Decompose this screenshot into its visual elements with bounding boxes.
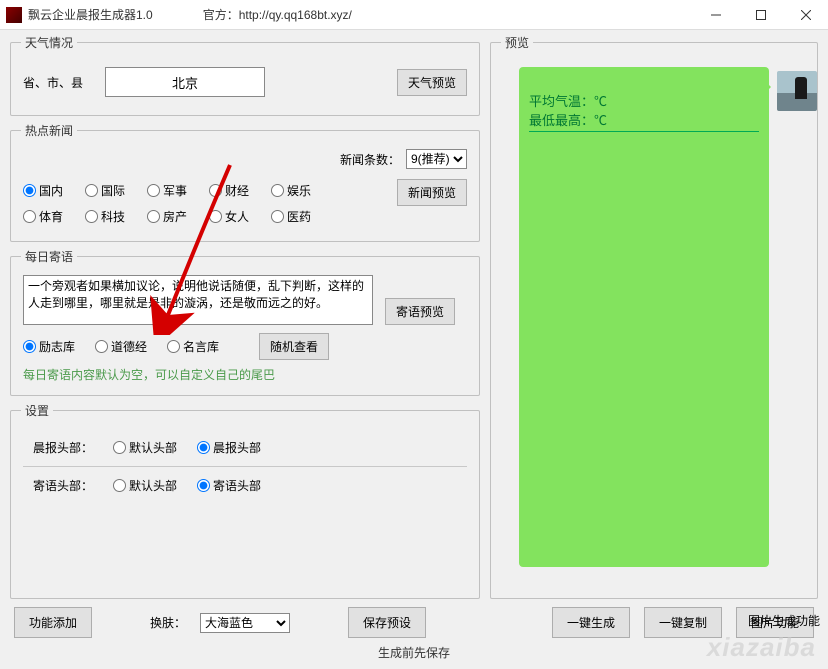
image-gen-link[interactable]: 图片生成功能 <box>748 612 820 629</box>
news-count-label: 新闻条数： <box>340 151 400 168</box>
quote-header-radio[interactable]: 寄语头部 <box>197 477 261 494</box>
minimize-button[interactable] <box>693 0 738 30</box>
city-input[interactable] <box>105 67 265 97</box>
preview-line-temp-avg: 平均气温：℃ <box>529 91 759 110</box>
one-generate-button[interactable]: 一键生成 <box>552 607 630 638</box>
news-cat-domestic[interactable]: 国内 <box>23 177 85 203</box>
chat-bubble: 平均气温：℃ 最低最高：℃ <box>519 67 769 567</box>
avatar <box>777 71 817 111</box>
maximize-button[interactable] <box>738 0 783 30</box>
news-cat-military[interactable]: 军事 <box>147 177 209 203</box>
one-copy-button[interactable]: 一键复制 <box>644 607 722 638</box>
quote-preview-button[interactable]: 寄语预览 <box>385 298 455 325</box>
quote-src-motiv[interactable]: 励志库 <box>23 338 75 355</box>
quote-group: 每日寄语 寄语预览 励志库 道德经 名言库 随机查看 每日寄语内容默认为空，可以… <box>10 248 480 396</box>
location-label: 省、市、县 <box>23 74 83 91</box>
morning-header-label: 晨报头部： <box>23 439 93 456</box>
news-group: 热点新闻 新闻条数： 9(推荐) 国内 国际 军事 财经 娱乐 体育 <box>10 122 480 242</box>
skin-label: 换肤： <box>150 614 186 631</box>
preview-legend: 预览 <box>501 34 533 51</box>
app-title: 飘云企业晨报生成器1.0 <box>28 6 153 23</box>
quote-random-button[interactable]: 随机查看 <box>259 333 329 360</box>
news-legend: 热点新闻 <box>21 122 77 139</box>
weather-preview-button[interactable]: 天气预览 <box>397 69 467 96</box>
bubble-divider <box>529 131 759 132</box>
weather-group: 天气情况 省、市、县 天气预览 <box>10 34 480 116</box>
app-icon <box>6 7 22 23</box>
preview-line-temp-range: 最低最高：℃ <box>529 110 759 129</box>
quote-src-famous[interactable]: 名言库 <box>167 338 219 355</box>
official-url: 官方：http://qy.qq168bt.xyz/ <box>203 6 352 23</box>
news-preview-button[interactable]: 新闻预览 <box>397 179 467 206</box>
news-cat-med[interactable]: 医药 <box>271 203 333 229</box>
morning-default-radio[interactable]: 默认头部 <box>113 439 177 456</box>
bottom-bar: 功能添加 换肤： 大海蓝色 保存预设 一键生成 一键复制 图片功能 <box>10 599 818 638</box>
news-cat-sport[interactable]: 体育 <box>23 203 85 229</box>
news-count-select[interactable]: 9(推荐) <box>406 149 467 169</box>
title-bar: 飘云企业晨报生成器1.0 官方：http://qy.qq168bt.xyz/ <box>0 0 828 30</box>
news-cat-finance[interactable]: 财经 <box>209 177 271 203</box>
close-button[interactable] <box>783 0 828 30</box>
quote-textarea[interactable] <box>23 275 373 325</box>
news-cat-ent[interactable]: 娱乐 <box>271 177 333 203</box>
footer-note: 生成前先保存 <box>10 644 818 661</box>
add-function-button[interactable]: 功能添加 <box>14 607 92 638</box>
skin-select[interactable]: 大海蓝色 <box>200 613 290 633</box>
weather-legend: 天气情况 <box>21 34 77 51</box>
news-cat-women[interactable]: 女人 <box>209 203 271 229</box>
settings-group: 设置 晨报头部： 默认头部 晨报头部 寄语头部： 默认头部 寄语头部 <box>10 402 480 599</box>
quote-legend: 每日寄语 <box>21 248 77 265</box>
news-cat-intl[interactable]: 国际 <box>85 177 147 203</box>
settings-legend: 设置 <box>21 402 53 419</box>
news-cat-house[interactable]: 房产 <box>147 203 209 229</box>
preview-group: 预览 平均气温：℃ 最低最高：℃ <box>490 34 818 599</box>
quote-header-label: 寄语头部： <box>23 477 93 494</box>
news-cat-tech[interactable]: 科技 <box>85 203 147 229</box>
quote-hint: 每日寄语内容默认为空，可以自定义自己的尾巴 <box>23 366 467 383</box>
morning-header-radio[interactable]: 晨报头部 <box>197 439 261 456</box>
quote-default-radio[interactable]: 默认头部 <box>113 477 177 494</box>
quote-src-dao[interactable]: 道德经 <box>95 338 147 355</box>
save-preset-button[interactable]: 保存预设 <box>348 607 426 638</box>
